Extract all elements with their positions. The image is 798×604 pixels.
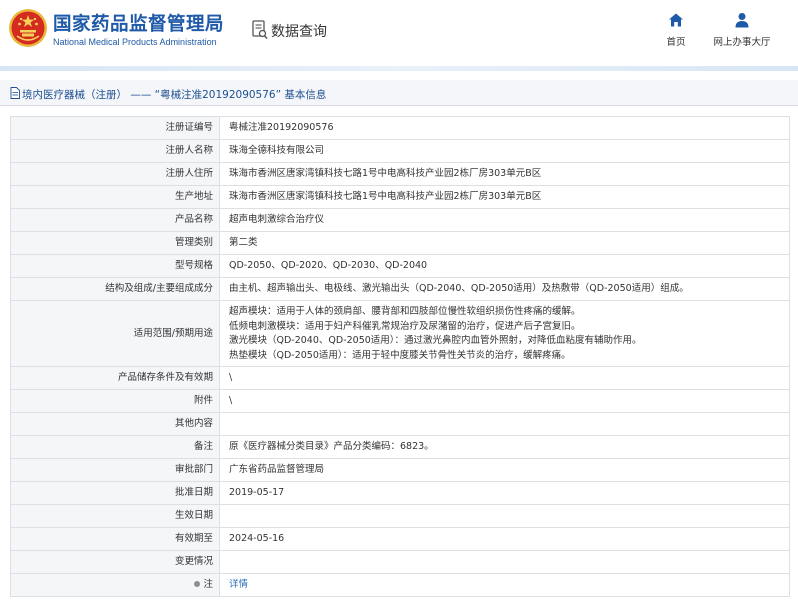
details-link[interactable]: 详情 — [229, 579, 248, 590]
row-label: 管理类别 — [11, 232, 220, 254]
table-row-approval-department: 审批部门 广东省药品监督管理局 — [11, 459, 789, 482]
table-row-effective-date: 生效日期 — [11, 505, 789, 528]
home-icon — [669, 13, 683, 27]
row-label: 变更情况 — [11, 551, 220, 573]
row-value: 超声电刺激综合治疗仪 — [229, 214, 325, 225]
breadcrumb-text: 境内医疗器械（注册） —— “粤械注准20192090576” 基本信息 — [22, 89, 327, 101]
row-value: \ — [229, 395, 233, 406]
table-row-registration-number: 注册证编号 粤械注准20192090576 — [11, 117, 789, 140]
table-row-registrant-address: 注册人住所 珠海市香洲区唐家湾镇科技七路1号中电高科技产业园2栋厂房303单元B… — [11, 163, 789, 186]
row-value: 2024-05-16 — [229, 533, 285, 544]
row-value: 珠海全德科技有限公司 — [229, 145, 325, 156]
row-label: 注册人住所 — [11, 163, 220, 185]
row-value — [220, 413, 789, 435]
row-value: QD-2050、QD-2020、QD-2030、QD-2040 — [229, 260, 428, 271]
table-row-management-class: 管理类别 第二类 — [11, 232, 789, 255]
row-value: 珠海市香洲区唐家湾镇科技七路1号中电高科技产业园2栋厂房303单元B区 — [229, 168, 542, 179]
row-value — [220, 551, 789, 573]
row-label: 型号规格 — [11, 255, 220, 277]
row-label: 审批部门 — [11, 459, 220, 481]
row-label: 批准日期 — [11, 482, 220, 504]
row-value: 广东省药品监督管理局 — [229, 464, 325, 475]
row-label: 适用范围/预期用途 — [11, 301, 220, 366]
row-label: 产品储存条件及有效期 — [11, 367, 220, 389]
intended-use-line: 激光模块（QD-2040、QD-2050适用）：通过激光鼻腔内血管外照射，对降低… — [229, 335, 642, 346]
table-row-note: 注 详情 — [11, 574, 789, 597]
row-value: 超声模块：适用于人体的颈肩部、腰背部和四肢部位慢性软组织损伤性疼痛的缓解。 低频… — [220, 301, 789, 366]
row-label: 产品名称 — [11, 209, 220, 231]
row-label: 生效日期 — [11, 505, 220, 527]
breadcrumb: 境内医疗器械（注册） —— “粤械注准20192090576” 基本信息 — [0, 80, 798, 106]
table-row-product-name: 产品名称 超声电刺激综合治疗仪 — [11, 209, 789, 232]
intended-use-line: 热垫模块（QD-2050适用）：适用于轻中度膝关节骨性关节炎的治疗，缓解疼痛。 — [229, 349, 571, 361]
person-icon — [735, 13, 749, 28]
header-divider-band — [0, 66, 798, 71]
row-value: 原《医疗器械分类目录》产品分类编码：6823。 — [229, 441, 434, 452]
row-value: 第二类 — [229, 237, 258, 248]
nmpa-emblem-logo[interactable] — [8, 8, 48, 48]
row-label: 结构及组成/主要组成成分 — [11, 278, 220, 300]
page: 国家药品监督管理局 National Medical Products Admi… — [0, 0, 798, 604]
row-label: 注册证编号 — [11, 117, 220, 139]
row-label: 备注 — [11, 436, 220, 458]
row-value: 2019-05-17 — [229, 487, 285, 498]
note-label: 注 — [203, 579, 213, 590]
row-label: 附件 — [11, 390, 220, 412]
note-icon — [194, 580, 201, 587]
table-row-structure-composition: 结构及组成/主要组成成分 由主机、超声输出头、电极线、激光输出头（QD-2040… — [11, 278, 789, 301]
row-label: 其他内容 — [11, 413, 220, 435]
intended-use-line: 低频电刺激模块：适用于妇产科催乳常规治疗及尿潴留的治疗，促进产后子宫复旧。 — [229, 320, 581, 332]
intended-use-line: 超声模块：适用于人体的颈肩部、腰背部和四肢部位慢性软组织损伤性疼痛的缓解。 — [229, 306, 581, 317]
table-row-model-spec: 型号规格 QD-2050、QD-2020、QD-2030、QD-2040 — [11, 255, 789, 278]
registration-info-table: 注册证编号 粤械注准20192090576 注册人名称 珠海全德科技有限公司 注… — [10, 116, 790, 597]
row-label: 有效期至 — [11, 528, 220, 550]
row-label: 注 — [11, 574, 220, 596]
document-icon — [10, 87, 20, 99]
table-row-intended-use: 适用范围/预期用途 超声模块：适用于人体的颈肩部、腰背部和四肢部位慢性软组织损伤… — [11, 301, 789, 367]
row-label: 注册人名称 — [11, 140, 220, 162]
table-row-registrant-name: 注册人名称 珠海全德科技有限公司 — [11, 140, 789, 163]
data-query-title: 数据查询 — [271, 24, 327, 40]
site-subtitle: National Medical Products Administration — [53, 37, 217, 47]
table-row-remarks: 备注 原《医疗器械分类目录》产品分类编码：6823。 — [11, 436, 789, 459]
site-header: 国家药品监督管理局 National Medical Products Admi… — [0, 0, 798, 66]
table-row-attachments: 附件 \ — [11, 390, 789, 413]
table-row-other-content: 其他内容 — [11, 413, 789, 436]
nav-online-hall-label: 网上办事大厅 — [713, 37, 771, 48]
row-value: 粤械注准20192090576 — [229, 122, 334, 133]
table-row-storage-validity: 产品储存条件及有效期 \ — [11, 367, 789, 390]
row-value: \ — [229, 372, 233, 383]
table-row-approval-date: 批准日期 2019-05-17 — [11, 482, 789, 505]
row-value: 详情 — [220, 574, 789, 596]
row-label: 生产地址 — [11, 186, 220, 208]
nav-online-hall-button[interactable]: 网上办事大厅 — [702, 12, 782, 52]
row-value: 珠海市香洲区唐家湾镇科技七路1号中电高科技产业园2栋厂房303单元B区 — [229, 191, 542, 202]
row-value — [220, 505, 789, 527]
site-title: 国家药品监督管理局 — [53, 14, 225, 35]
table-row-change-status: 变更情况 — [11, 551, 789, 574]
table-row-valid-until: 有效期至 2024-05-16 — [11, 528, 789, 551]
row-value: 由主机、超声输出头、电极线、激光输出头（QD-2040、QD-2050适用）及热… — [229, 283, 689, 294]
table-row-production-address: 生产地址 珠海市香洲区唐家湾镇科技七路1号中电高科技产业园2栋厂房303单元B区 — [11, 186, 789, 209]
document-search-icon — [252, 20, 268, 39]
